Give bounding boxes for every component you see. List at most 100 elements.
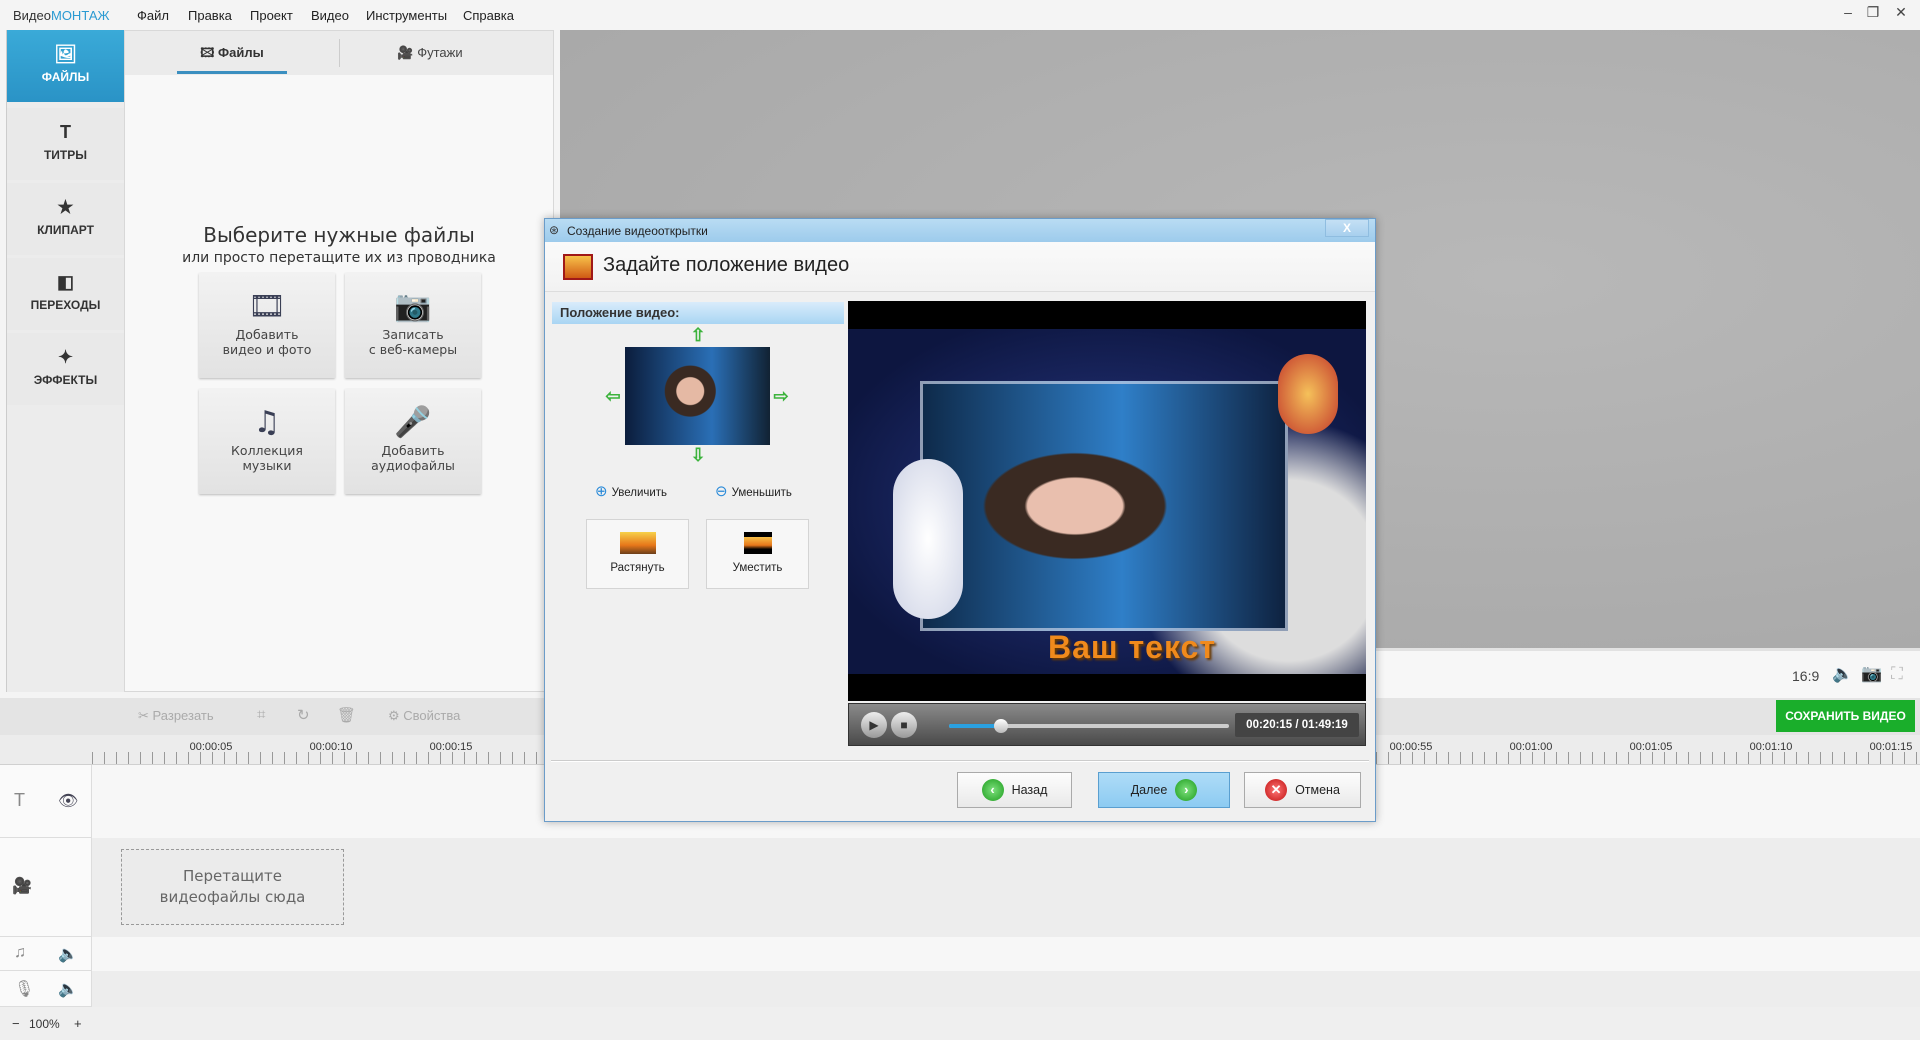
menu-help[interactable]: Справка	[463, 8, 514, 23]
arrow-left-icon: ‹	[981, 779, 1004, 801]
fullscreen-icon[interactable]: ⛶	[1891, 664, 1903, 684]
close-icon[interactable]: ✕	[1891, 4, 1911, 21]
player-controls: ▶ ■ 00:20:15 / 01:49:19	[848, 703, 1366, 746]
menu-edit[interactable]: Правка	[188, 8, 232, 23]
zoom-out-button[interactable]: −	[12, 1016, 20, 1031]
position-label: Положение видео:	[552, 302, 844, 324]
sidebar-item-effects[interactable]: ✦ ЭФФЕКТЫ	[7, 333, 124, 405]
music-notes-icon: ♫	[253, 405, 281, 440]
video-dropzone[interactable]: Перетащите видеофайлы сюда	[121, 849, 344, 925]
stop-icon[interactable]: ■	[891, 712, 917, 738]
arrow-down-icon[interactable]: ⇩	[689, 446, 707, 464]
video-position-icon	[563, 254, 593, 280]
image-icon: 🖼	[54, 44, 77, 64]
app-logo: ВидеоМОНТАЖ	[13, 8, 110, 23]
fit-icon	[743, 532, 772, 554]
webcam-icon: 📷	[394, 289, 432, 324]
zoom-bar: − 100% +	[0, 1007, 1920, 1040]
video-camera-icon: 🎥	[12, 878, 32, 895]
zoom-out-button[interactable]: ⊖ Уменьшить	[715, 482, 792, 500]
files-subtitle: или просто перетащите их из проводника	[182, 250, 496, 266]
dialog-close-button[interactable]: X	[1325, 219, 1369, 237]
arrow-right-icon: ›	[1175, 779, 1198, 801]
stretch-button[interactable]: Растянуть	[586, 519, 689, 589]
sidebar-item-transitions[interactable]: ◧ ПЕРЕХОДЫ	[7, 258, 124, 330]
postcard-preview: Ваш текст	[848, 301, 1366, 701]
ruler-label: 00:00:15	[429, 741, 473, 753]
arrow-left-icon[interactable]: ⇦	[604, 387, 622, 405]
seek-handle[interactable]	[993, 719, 1008, 733]
tile-label: Записать	[382, 327, 444, 342]
ruler-label: 00:00:10	[309, 741, 353, 753]
voice-track[interactable]	[0, 971, 1920, 1007]
caption-text[interactable]: Ваш текст	[1048, 629, 1216, 666]
video-frame[interactable]	[920, 381, 1288, 631]
dropzone-text: видеофайлы сюда	[159, 888, 306, 906]
minimize-icon[interactable]: ‒	[1838, 4, 1858, 20]
tile-label: Добавить	[235, 327, 299, 342]
ruler-label: 00:01:15	[1869, 741, 1913, 753]
save-video-button[interactable]: СОХРАНИТЬ ВИДЕО	[1776, 700, 1915, 732]
menu-project[interactable]: Проект	[250, 8, 293, 23]
snapshot-icon[interactable]: 📷	[1861, 664, 1882, 684]
sidebar-item-label: ФАЙЛЫ	[41, 70, 90, 84]
tab-files[interactable]: 🖾 Файлы	[177, 31, 287, 74]
fit-button[interactable]: Уместить	[706, 519, 809, 589]
film-reel-icon: 🎞	[247, 289, 287, 324]
dialog-heading: Задайте положение видео	[603, 254, 850, 276]
properties-label: Свойства	[403, 708, 461, 723]
seek-slider[interactable]	[949, 719, 1229, 733]
cancel-label: Отмена	[1295, 783, 1340, 797]
arrow-up-icon[interactable]: ⇧	[689, 326, 707, 344]
sidebar-item-clipart[interactable]: ★ КЛИПАРТ	[7, 183, 124, 255]
next-button[interactable]: Далее ›	[1098, 772, 1230, 808]
aspect-ratio[interactable]: 16:9	[1792, 668, 1819, 684]
ruler-label: 00:01:00	[1509, 741, 1553, 753]
menu-file[interactable]: Файл	[137, 8, 169, 23]
sidebar: 🖼 ФАЙЛЫ T ТИТРЫ ★ КЛИПАРТ ◧ ПЕРЕХОДЫ ✦ ЭФФЕКТ…	[6, 30, 132, 692]
dropzone-text: Перетащите	[182, 867, 283, 885]
arrow-right-icon[interactable]: ⇨	[772, 387, 790, 405]
tab-footage[interactable]: 🎥 Футажи	[355, 31, 505, 75]
music-collection-button[interactable]: ♫ Коллекция музыки	[199, 389, 335, 494]
voice-track-header: 🎙 🔈	[0, 971, 92, 1007]
properties-button[interactable]: ⚙ Свойства	[388, 708, 460, 724]
tab-divider	[339, 39, 340, 67]
cancel-button[interactable]: ✕ Отмена	[1244, 772, 1361, 808]
dialog-header: Задайте положение видео	[545, 242, 1375, 292]
add-audio-button[interactable]: 🎤 Добавить аудиофайлы	[345, 389, 481, 494]
zoom-in-button[interactable]: ⊕ Увеличить	[595, 482, 667, 500]
sidebar-item-titles[interactable]: T ТИТРЫ	[7, 108, 124, 180]
trash-icon[interactable]: 🗑	[337, 706, 356, 724]
tile-label: музыки	[242, 458, 292, 473]
record-webcam-button[interactable]: 📷 Записать с веб-камеры	[345, 273, 481, 378]
eye-icon[interactable]: 👁	[58, 791, 78, 811]
cancel-icon: ✕	[1265, 779, 1288, 801]
snowman-image	[893, 459, 963, 619]
dialog-titlebar[interactable]: ⊛ Создание видеооткрытки X	[545, 219, 1375, 242]
postcard-frame: Ваш текст	[848, 329, 1366, 674]
menu-tools[interactable]: Инструменты	[366, 8, 447, 23]
volume-icon[interactable]: 🔈	[58, 944, 78, 964]
sidebar-item-files[interactable]: 🖼 ФАЙЛЫ	[7, 30, 132, 102]
stretch-icon	[619, 532, 656, 554]
menu-video[interactable]: Видео	[311, 8, 349, 23]
zoom-out-icon: ⊖	[715, 483, 728, 500]
crop-icon[interactable]: ⌗	[257, 706, 265, 723]
reel-icon: ⊛	[549, 223, 560, 237]
dialog-title: Создание видеооткрытки	[567, 224, 708, 238]
bear-image	[1278, 354, 1338, 434]
back-button[interactable]: ‹ Назад	[957, 772, 1072, 808]
cut-button[interactable]: ✂ Разрезать	[138, 708, 214, 724]
play-icon[interactable]: ▶	[861, 712, 887, 738]
zoom-in-button[interactable]: +	[74, 1016, 82, 1031]
volume-icon[interactable]: 🔈	[1832, 664, 1853, 684]
music-track[interactable]	[0, 937, 1920, 971]
ruler-label: 00:00:05	[189, 741, 233, 753]
volume-icon[interactable]: 🔈	[58, 979, 78, 999]
sidebar-item-label: ПЕРЕХОДЫ	[30, 298, 101, 312]
rotate-icon[interactable]: ↻	[297, 706, 310, 724]
add-video-photo-button[interactable]: 🎞 Добавить видео и фото	[199, 273, 335, 378]
image-icon: 🖾	[200, 45, 215, 60]
restore-icon[interactable]: ❐	[1863, 4, 1883, 21]
